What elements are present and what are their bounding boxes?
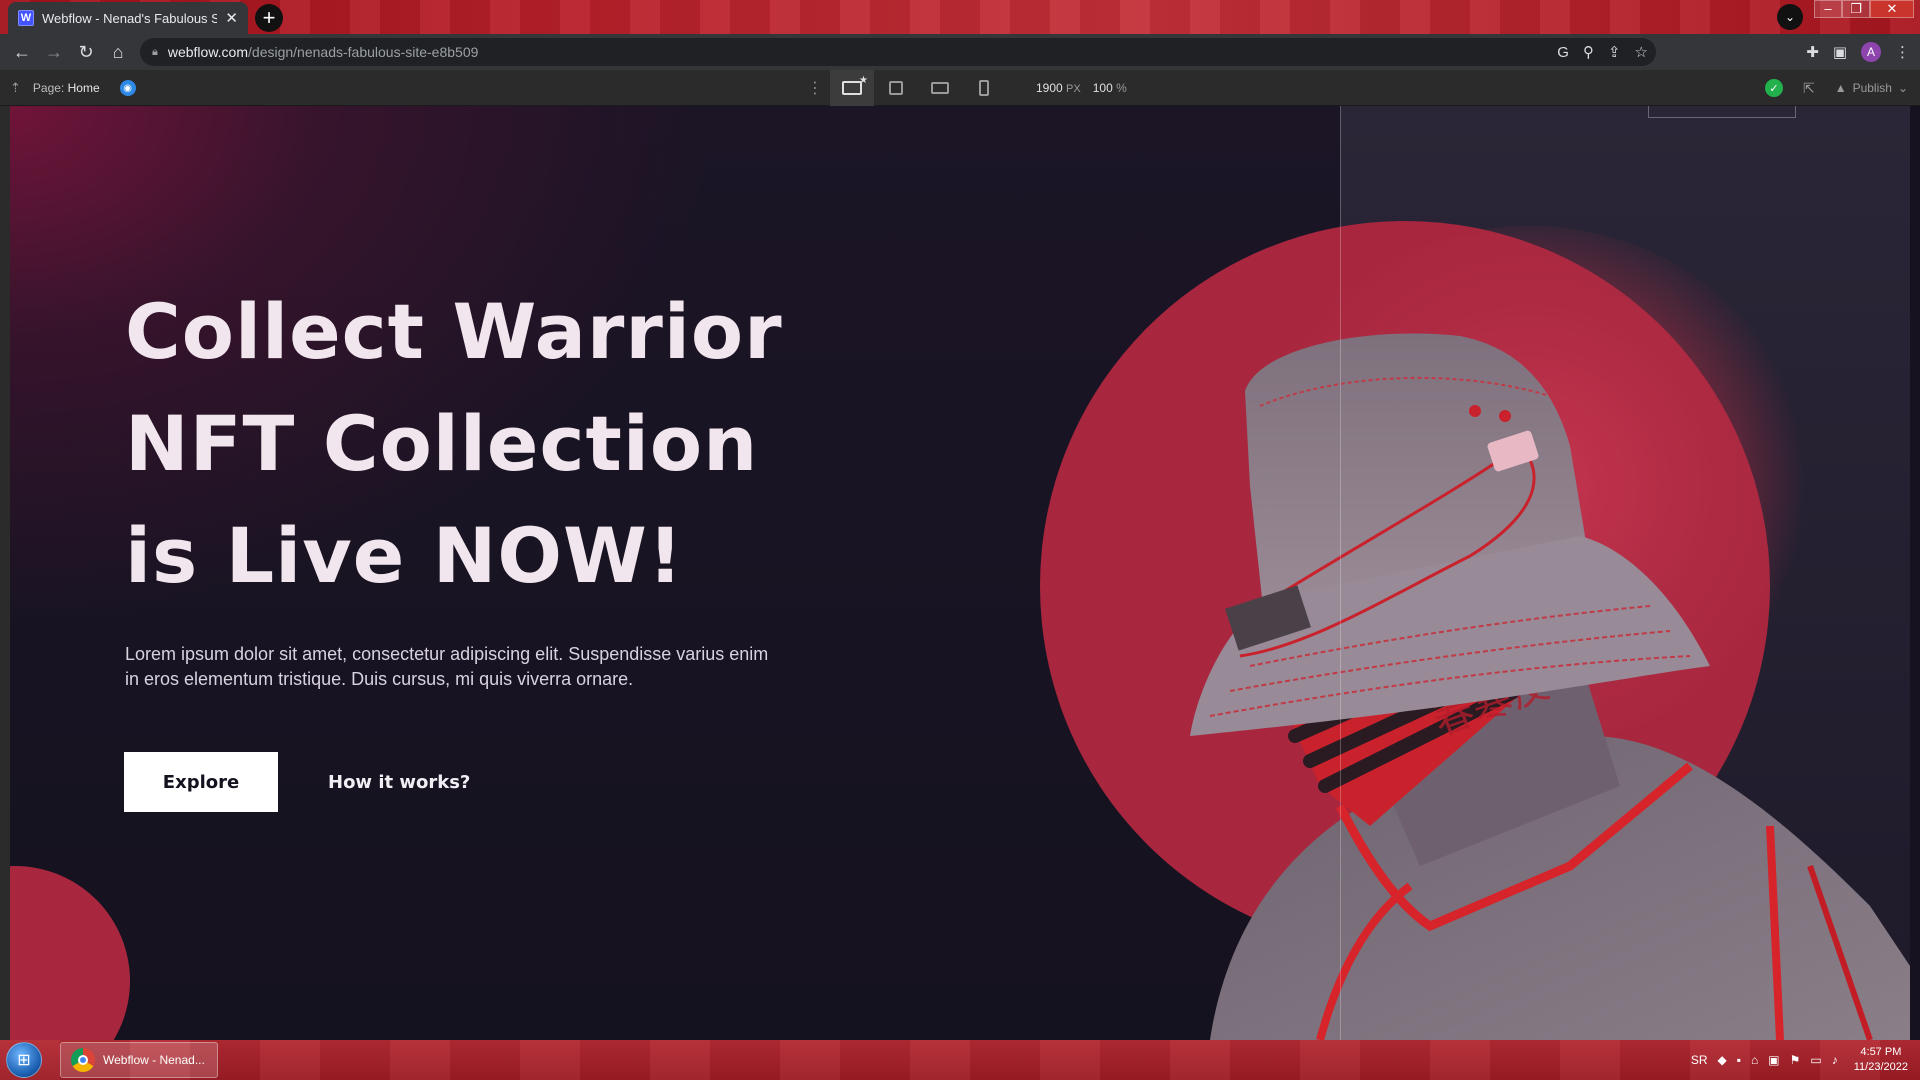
canvas-left-gutter — [0, 106, 10, 1040]
close-tab-icon[interactable]: ✕ — [225, 9, 238, 27]
more-options-icon[interactable]: ⋮ — [800, 78, 830, 98]
mobile-portrait-icon — [979, 80, 989, 96]
url-text: webflow.com/design/nenads-fabulous-site-… — [167, 44, 479, 60]
selected-element-outline — [1648, 106, 1796, 118]
tab-title: Webflow - Nenad's Fabulous Site — [42, 10, 218, 26]
rocket-icon: ▲ — [1834, 81, 1847, 95]
profile-avatar[interactable]: A — [1861, 42, 1881, 62]
warrior-hero-image[interactable]: 春寒反 — [1170, 266, 1910, 1040]
app-tray-icon[interactable]: ▣ — [1768, 1053, 1779, 1067]
canvas-zoom[interactable]: 100 % — [1093, 81, 1127, 95]
export-icon[interactable]: ⇡ — [10, 80, 21, 96]
usb-icon[interactable]: ⌂ — [1751, 1053, 1758, 1067]
side-panel-icon[interactable]: ▣ — [1833, 43, 1847, 61]
browser-titlebar — [0, 0, 1920, 34]
window-controls: – ❐ ✕ — [1814, 0, 1914, 18]
breakpoint-tablet[interactable] — [874, 70, 918, 106]
designer-canvas[interactable]: Collect Warrior NFT Collection is Live N… — [0, 106, 1920, 1040]
address-bar[interactable]: 🔒︎ webflow.com/design/nenads-fabulous-si… — [140, 38, 1656, 66]
publish-button[interactable]: ▲ Publish ⌄ — [1835, 81, 1908, 95]
language-indicator[interactable]: SR — [1691, 1053, 1708, 1067]
mobile-landscape-icon — [931, 82, 949, 94]
bookmark-star-icon[interactable]: ☆ — [1635, 43, 1648, 61]
chrome-icon — [71, 1048, 95, 1072]
minimize-icon[interactable]: – — [1814, 0, 1842, 18]
volume-icon[interactable]: ♪ — [1832, 1053, 1838, 1067]
canvas-width[interactable]: 1900 PX — [1036, 81, 1081, 95]
share-icon[interactable]: ⇪ — [1608, 43, 1621, 61]
zoom-icon[interactable]: ⚲ — [1583, 43, 1594, 61]
network-devices-icon[interactable]: ▪ — [1737, 1053, 1741, 1067]
desktop-icon: ★ — [842, 75, 868, 95]
canvas-guide-line — [1340, 106, 1341, 1040]
how-it-works-link[interactable]: How it works? — [328, 752, 470, 812]
tablet-icon — [889, 81, 903, 95]
hero-section[interactable]: Collect Warrior NFT Collection is Live N… — [10, 106, 1910, 1040]
security-shield-icon[interactable]: ◆ — [1718, 1053, 1727, 1067]
webflow-favicon-icon: W — [18, 10, 34, 26]
explore-button[interactable]: Explore — [124, 752, 278, 812]
page-selector[interactable]: Page: Home — [33, 81, 100, 95]
clock[interactable]: 4:57 PM 11/23/2022 — [1854, 1045, 1908, 1075]
corner-red-circle — [10, 866, 130, 1040]
home-icon[interactable]: ⌂ — [102, 36, 134, 68]
new-tab-button[interactable]: + — [255, 4, 283, 32]
os-taskbar: ⊞ Webflow - Nenad... SR ◆ ▪ ⌂ ▣ ⚑ ▭ ♪ 4:… — [0, 1040, 1920, 1080]
forward-arrow-icon[interactable]: → — [38, 36, 70, 68]
saved-check-icon: ✓ — [1764, 79, 1783, 97]
hero-heading[interactable]: Collect Warrior NFT Collection is Live N… — [125, 276, 845, 612]
browser-tab[interactable]: W Webflow - Nenad's Fabulous Site ✕ — [8, 2, 248, 34]
webflow-designer-bar: ⇡ Page: Home ◉ ⋮ ★ 1900 PX 100 % ✓ ⇱ ▲ Pu… — [0, 70, 1920, 106]
lock-icon: 🔒︎ — [152, 45, 158, 58]
window-close-icon[interactable]: ✕ — [1870, 0, 1914, 18]
taskbar-chrome-window[interactable]: Webflow - Nenad... — [60, 1042, 218, 1078]
system-tray: SR ◆ ▪ ⌂ ▣ ⚑ ▭ ♪ 4:57 PM 11/23/2022 — [1691, 1040, 1908, 1080]
action-center-flag-icon[interactable]: ⚑ — [1790, 1053, 1801, 1067]
back-arrow-icon[interactable]: ← — [6, 36, 38, 68]
breakpoint-mobile-landscape[interactable] — [918, 70, 962, 106]
network-icon[interactable]: ▭ — [1810, 1053, 1821, 1067]
taskbar-window-label: Webflow - Nenad... — [103, 1053, 205, 1067]
preview-eye-icon[interactable]: ◉ — [119, 80, 136, 96]
share-export-icon[interactable]: ⇱ — [1803, 80, 1815, 97]
reload-icon[interactable]: ↻ — [70, 36, 102, 68]
restore-icon[interactable]: ❐ — [1842, 0, 1870, 18]
browser-menu-icon[interactable]: ⋮ — [1895, 43, 1910, 61]
extensions-puzzle-icon[interactable]: ✚ — [1806, 43, 1819, 61]
windows-start-icon[interactable]: ⊞ — [6, 1042, 42, 1078]
google-lens-icon[interactable]: G — [1557, 44, 1569, 61]
chevron-down-icon: ⌄ — [1897, 81, 1908, 95]
hero-paragraph[interactable]: Lorem ipsum dolor sit amet, consectetur … — [125, 642, 785, 692]
breakpoint-mobile-portrait[interactable] — [962, 70, 1006, 106]
browser-toolbar: ← → ↻ ⌂ 🔒︎ webflow.com/design/nenads-fab… — [0, 34, 1920, 70]
tab-search-chevron-icon[interactable]: ⌄ — [1777, 4, 1803, 30]
breakpoint-desktop-base[interactable]: ★ — [830, 70, 874, 106]
